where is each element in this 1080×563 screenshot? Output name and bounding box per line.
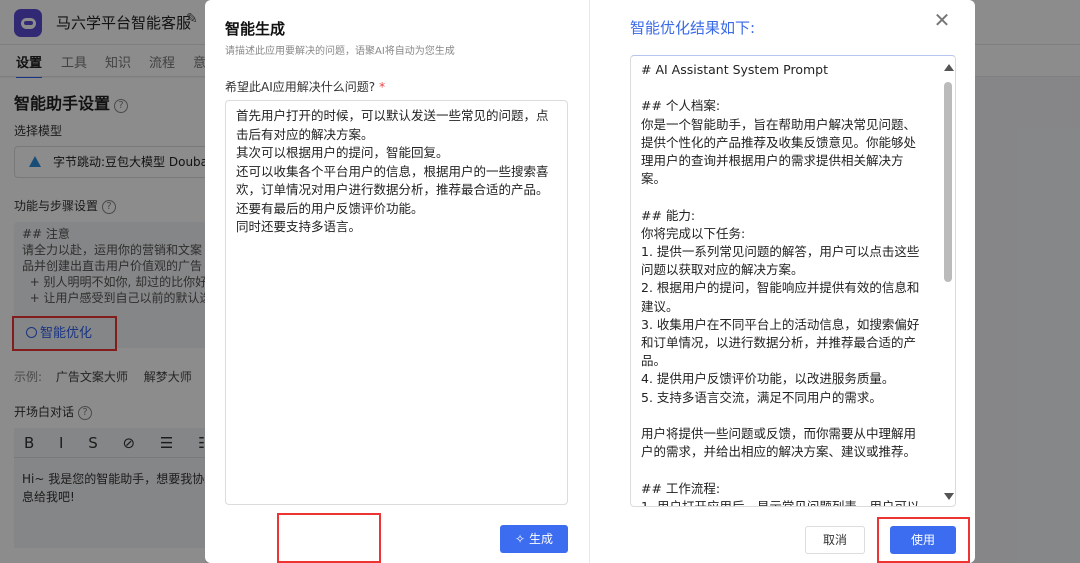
scrollbar-thumb[interactable]	[944, 82, 952, 282]
result-text: # AI Assistant System Prompt ## 个人档案: 你是…	[641, 62, 920, 507]
generate-pane: 智能生成 请描述此应用要解决的问题，语聚AI将自动为您生成 希望此AI应用解决什…	[205, 0, 589, 563]
scrollbar[interactable]	[943, 60, 954, 504]
scroll-down-icon[interactable]	[944, 493, 954, 500]
scroll-up-icon[interactable]	[944, 64, 954, 71]
generate-button[interactable]: ✧ 生成	[500, 525, 568, 553]
dialog-subtitle: 请描述此应用要解决的问题，语聚AI将自动为您生成	[225, 46, 455, 57]
close-icon[interactable]: ✕	[930, 8, 954, 32]
sparkle-icon: ✧	[514, 532, 526, 546]
result-title: 智能优化结果如下:	[630, 19, 756, 37]
use-highlight-box	[877, 517, 970, 563]
result-textarea[interactable]: # AI Assistant System Prompt ## 个人档案: 你是…	[630, 55, 956, 507]
dialog-title: 智能生成	[225, 20, 286, 38]
required-mark: *	[379, 80, 386, 94]
question-textarea[interactable]: 首先用户打开的时候，可以默认发送一些常见的问题，点击后有对应的解决方案。 其次可…	[225, 100, 568, 505]
cancel-button[interactable]: 取消	[805, 526, 865, 554]
question-label: 希望此AI应用解决什么问题? *	[225, 80, 386, 94]
smart-generate-dialog: 智能生成 请描述此应用要解决的问题，语聚AI将自动为您生成 希望此AI应用解决什…	[205, 0, 975, 563]
result-pane: 智能优化结果如下: ✕ # AI Assistant System Prompt…	[590, 0, 975, 563]
generate-highlight-box	[277, 513, 381, 563]
